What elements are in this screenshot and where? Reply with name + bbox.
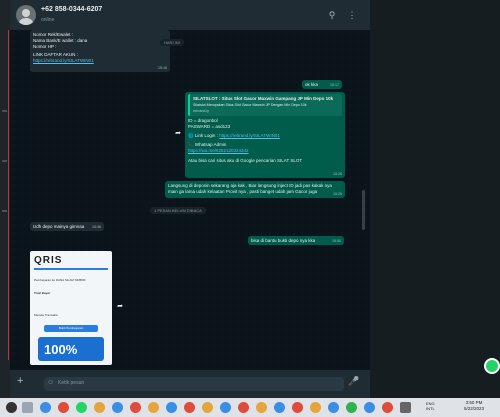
chrome-icon[interactable] <box>256 402 267 413</box>
chrome-icon[interactable] <box>292 402 303 413</box>
message-text: Nomor HP : <box>33 44 57 49</box>
contact-phone: +62 858-0344-6207 <box>41 6 103 13</box>
message-time: 15:26 <box>333 172 342 176</box>
input-placeholder: Ketik pesan <box>58 380 85 386</box>
message-time: 15:16 <box>158 66 167 70</box>
message-bubble: ok kka 15:17 <box>302 80 342 89</box>
sidebar-tick <box>2 160 7 162</box>
receipt-button: Bukti Pembayaran <box>44 325 98 332</box>
whatsapp-window: +62 858-0344-6207 online ⚲ ⋮ Nomor Rek/E… <box>10 0 370 398</box>
chrome-icon[interactable] <box>238 402 249 413</box>
message-text: bisa di bantu bukti depo nya kka <box>251 238 316 243</box>
receipt-image[interactable]: QRIS Pembayaran ke DANA SILAM SIMBIM Tot… <box>30 251 112 365</box>
receipt-text: Total Bayar <box>34 291 51 295</box>
start-icon[interactable] <box>6 402 17 413</box>
message-text: PASWARD = asd123 <box>188 124 231 129</box>
chrome-icon[interactable] <box>166 402 177 413</box>
contact-status: online <box>41 17 55 23</box>
qris-logo: QRIS <box>34 255 63 266</box>
chrome-icon[interactable] <box>184 402 195 413</box>
chrome-icon[interactable] <box>202 402 213 413</box>
whatsapp-float-icon[interactable] <box>484 358 500 374</box>
message-bubble: Nomor Rek/Ewalet : Nama Bank/E wallet : … <box>30 30 170 72</box>
chrome-icon[interactable] <box>364 402 375 413</box>
chrome-icon[interactable] <box>148 402 159 413</box>
chrome-icon[interactable] <box>112 402 123 413</box>
promo-banner: 100% <box>38 337 104 361</box>
message-link[interactable]: https://rebrand.ly/SILATWIN01 <box>219 133 280 138</box>
link-preview[interactable]: SILATSLOT : Situs Slot Gacor Maxwin Gamp… <box>188 94 342 116</box>
message-link[interactable]: https://rebrand.ly/SILATWIN01 <box>33 58 167 64</box>
tray-icon[interactable] <box>400 402 411 413</box>
avatar[interactable] <box>16 5 36 25</box>
forward-icon[interactable]: ➦ <box>174 130 182 138</box>
line-icon[interactable] <box>346 402 357 413</box>
taskbar <box>0 398 500 417</box>
clock-date: 5/22/2023 <box>464 406 485 411</box>
message-bubble: Langsung di deposin sekarang aja kak , B… <box>165 181 345 198</box>
chrome-icon[interactable] <box>94 402 105 413</box>
message-input[interactable]: ☺ Ketik pesan <box>44 377 344 391</box>
preview-domain: rebrand.ly <box>193 109 209 113</box>
chrome-icon[interactable] <box>220 402 231 413</box>
language-indicator[interactable]: ENG INTL <box>426 401 435 411</box>
whatsapp-icon[interactable] <box>76 402 87 413</box>
chrome-icon[interactable] <box>382 402 393 413</box>
forward-icon[interactable]: ➦ <box>116 303 124 311</box>
divider <box>34 268 108 270</box>
chrome-icon[interactable] <box>40 402 51 413</box>
sidebar-tick <box>2 110 7 112</box>
sidebar-tick <box>2 210 7 212</box>
chrome-icon[interactable] <box>274 402 285 413</box>
unread-divider: 1 PESAN BELUM DIBACA <box>150 207 206 214</box>
system-clock[interactable]: 3:50 PM 5/22/2023 <box>464 400 484 412</box>
message-bubble: SILATSLOT : Situs Slot Gacor Maxwin Gamp… <box>185 92 345 178</box>
menu-icon[interactable]: ⋮ <box>346 9 358 21</box>
message-text: Udh depo mainya gimnaa <box>33 224 85 229</box>
message-text: 🌐 Link Login : <box>188 133 218 138</box>
message-time: 15:17 <box>330 83 339 87</box>
message-text: Atau bisa cari situs aku di Google penca… <box>188 158 303 163</box>
right-background <box>370 0 500 398</box>
chrome-icon[interactable] <box>310 402 321 413</box>
message-link[interactable]: https://wa.me/6282120324342 <box>188 148 342 154</box>
chat-header[interactable]: +62 858-0344-6207 online ⚲ ⋮ <box>10 0 370 30</box>
selection-border <box>8 30 9 360</box>
message-text: ok kka <box>305 82 319 87</box>
search-icon[interactable] <box>22 402 33 413</box>
chrome-icon[interactable] <box>328 402 339 413</box>
receipt-text: Metode Transaksi <box>34 313 58 317</box>
scrollbar[interactable] <box>362 190 365 230</box>
message-bubble: bisa di bantu bukti depo nya kka 15:50 <box>248 236 344 245</box>
mic-icon[interactable]: 🎤 <box>348 376 359 390</box>
chrome-icon[interactable] <box>130 402 141 413</box>
message-bubble: Udh depo mainya gimnaa 15:46 <box>30 222 104 231</box>
message-time: 15:50 <box>332 239 341 243</box>
attach-icon[interactable]: + <box>17 375 23 387</box>
message-time: 15:46 <box>92 225 101 229</box>
chrome-icon[interactable] <box>58 402 69 413</box>
message-text: Langsung di deposin sekarang aja kak , B… <box>168 183 332 194</box>
sticker-icon[interactable]: ☺ <box>47 379 54 386</box>
date-divider: HARI INI <box>160 39 184 46</box>
receipt-text: Pembayaran ke DANA SILAM SIMBIM <box>34 278 86 282</box>
search-icon[interactable]: ⚲ <box>326 9 338 21</box>
lang-text: INTL <box>426 406 435 411</box>
message-time: 15:26 <box>333 192 342 196</box>
promo-text: 100% <box>44 342 78 357</box>
